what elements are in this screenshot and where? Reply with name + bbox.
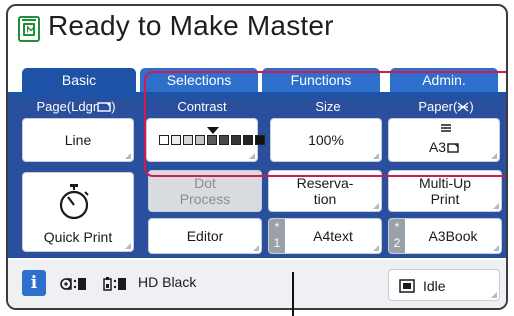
ink-cartridge-icon: [103, 277, 126, 291]
page-mode-value: Line: [64, 132, 92, 148]
ledger-icon: [97, 102, 111, 112]
idle-label: Idle: [423, 278, 446, 294]
page-column-label: Page(Ldgr): [36, 99, 116, 114]
callout-pointer-line: [292, 272, 294, 316]
memory-2-label: A3Book: [428, 228, 478, 244]
quick-print-button[interactable]: Quick Print: [22, 172, 134, 252]
multi-up-line2: Print: [430, 191, 460, 207]
dot-process-line2: Process: [179, 191, 231, 207]
multi-up-line1: Multi-Up: [418, 175, 472, 191]
memory-1-badge: * 1: [269, 219, 285, 253]
memory-2-badge: * 2: [389, 219, 405, 253]
stopwatch-icon: [59, 184, 89, 220]
memory-1-button[interactable]: * 1 A4text: [268, 218, 382, 254]
reservation-line2: tion: [313, 191, 337, 207]
editor-button[interactable]: Editor: [148, 218, 262, 254]
quick-print-label: Quick Print: [43, 229, 113, 245]
page-title: Ready to Make Master: [48, 10, 334, 41]
status-bar: i HD Black Idle: [8, 260, 506, 308]
memory-2-button[interactable]: * 2 A3Book: [388, 218, 502, 254]
master-roll-icon: [60, 278, 86, 290]
control-panel: Ready to Make Master Basic Selections Fu…: [6, 4, 508, 310]
editor-label: Editor: [186, 228, 224, 244]
idle-button[interactable]: Idle: [388, 269, 500, 301]
memory-1-label: A4text: [313, 228, 353, 244]
info-button[interactable]: i: [22, 270, 46, 296]
function-highlight-frame: [144, 71, 506, 177]
idle-printer-icon: [399, 279, 415, 293]
master-icon: [18, 16, 40, 42]
dot-process-line1: Dot: [194, 175, 216, 191]
page-mode-button[interactable]: Line: [22, 118, 134, 162]
ink-color-label: HD Black: [138, 274, 197, 290]
tab-label: Basic: [61, 72, 97, 88]
reservation-line1: Reserva-: [296, 175, 354, 191]
